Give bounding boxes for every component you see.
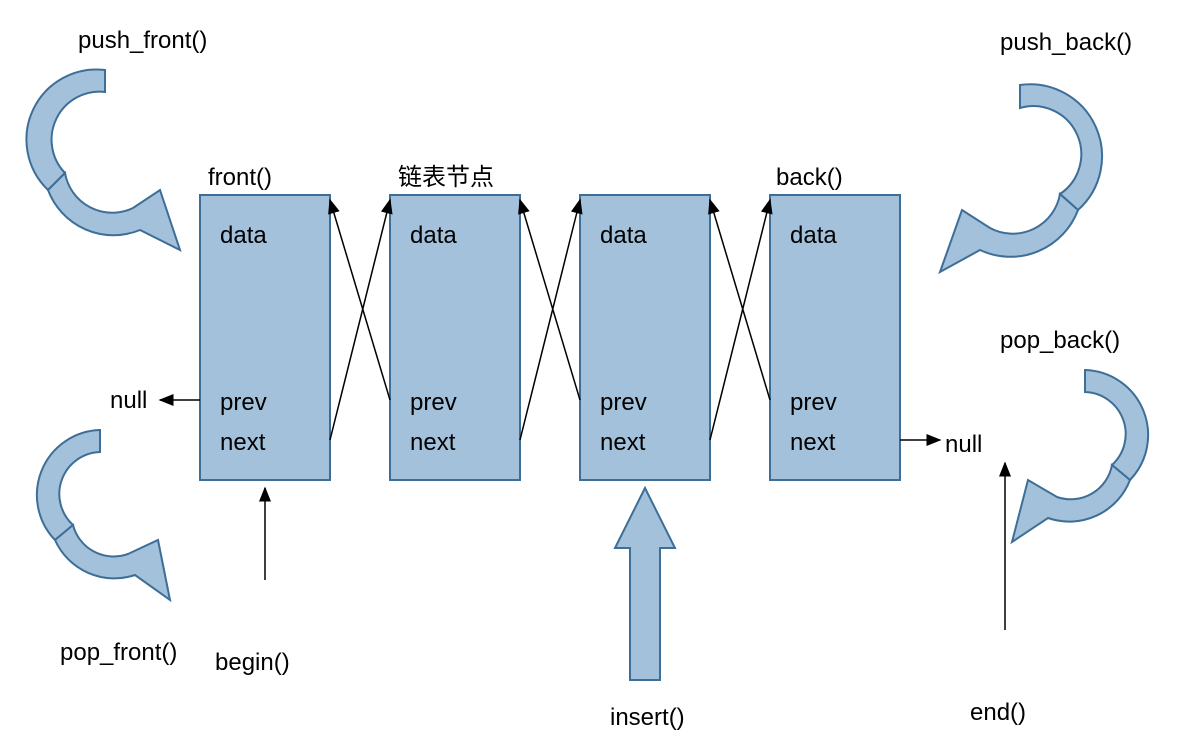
node-data-label: data [600, 222, 647, 249]
link-3-prev [710, 200, 770, 400]
end-label: end() [970, 699, 1026, 726]
pop-front-label: pop_front() [60, 639, 177, 666]
push-back-label: push_back() [1000, 29, 1132, 56]
insert-arrow-icon [615, 488, 675, 680]
node-0: data prev next [200, 195, 330, 480]
link-2-prev [520, 200, 580, 400]
node-2: data prev next [580, 195, 710, 480]
back-label: back() [776, 164, 843, 191]
node-data-label: data [410, 222, 457, 249]
node-prev-label: prev [410, 389, 457, 416]
pop-back-label: pop_back() [1000, 327, 1120, 354]
pop-back-arrow-icon [1012, 370, 1148, 542]
null-left-label: null [110, 387, 147, 414]
push-front-arrow-icon [26, 69, 180, 250]
link-1-prev [330, 200, 390, 400]
node-data-label: data [790, 222, 837, 249]
linked-list-diagram: data prev next data prev next data prev … [0, 0, 1191, 750]
push-front-label: push_front() [78, 27, 207, 54]
null-right-label: null [945, 431, 982, 458]
insert-label: insert() [610, 704, 685, 731]
node-prev-label: prev [600, 389, 647, 416]
node-next-label: next [410, 429, 456, 456]
node-next-label: next [600, 429, 646, 456]
node-next-label: next [790, 429, 836, 456]
node-data-label: data [220, 222, 267, 249]
link-0-next [330, 200, 390, 440]
pop-front-arrow-icon [37, 430, 170, 600]
node-prev-label: prev [220, 389, 267, 416]
list-node-label: 链表节点 [398, 164, 494, 191]
node-1: data prev next [390, 195, 520, 480]
front-label: front() [208, 164, 272, 191]
node-3: data prev next [770, 195, 900, 480]
node-next-label: next [220, 429, 266, 456]
link-2-next [710, 200, 770, 440]
begin-label: begin() [215, 649, 290, 676]
push-back-arrow-icon [940, 84, 1102, 272]
link-1-next [520, 200, 580, 440]
node-prev-label: prev [790, 389, 837, 416]
